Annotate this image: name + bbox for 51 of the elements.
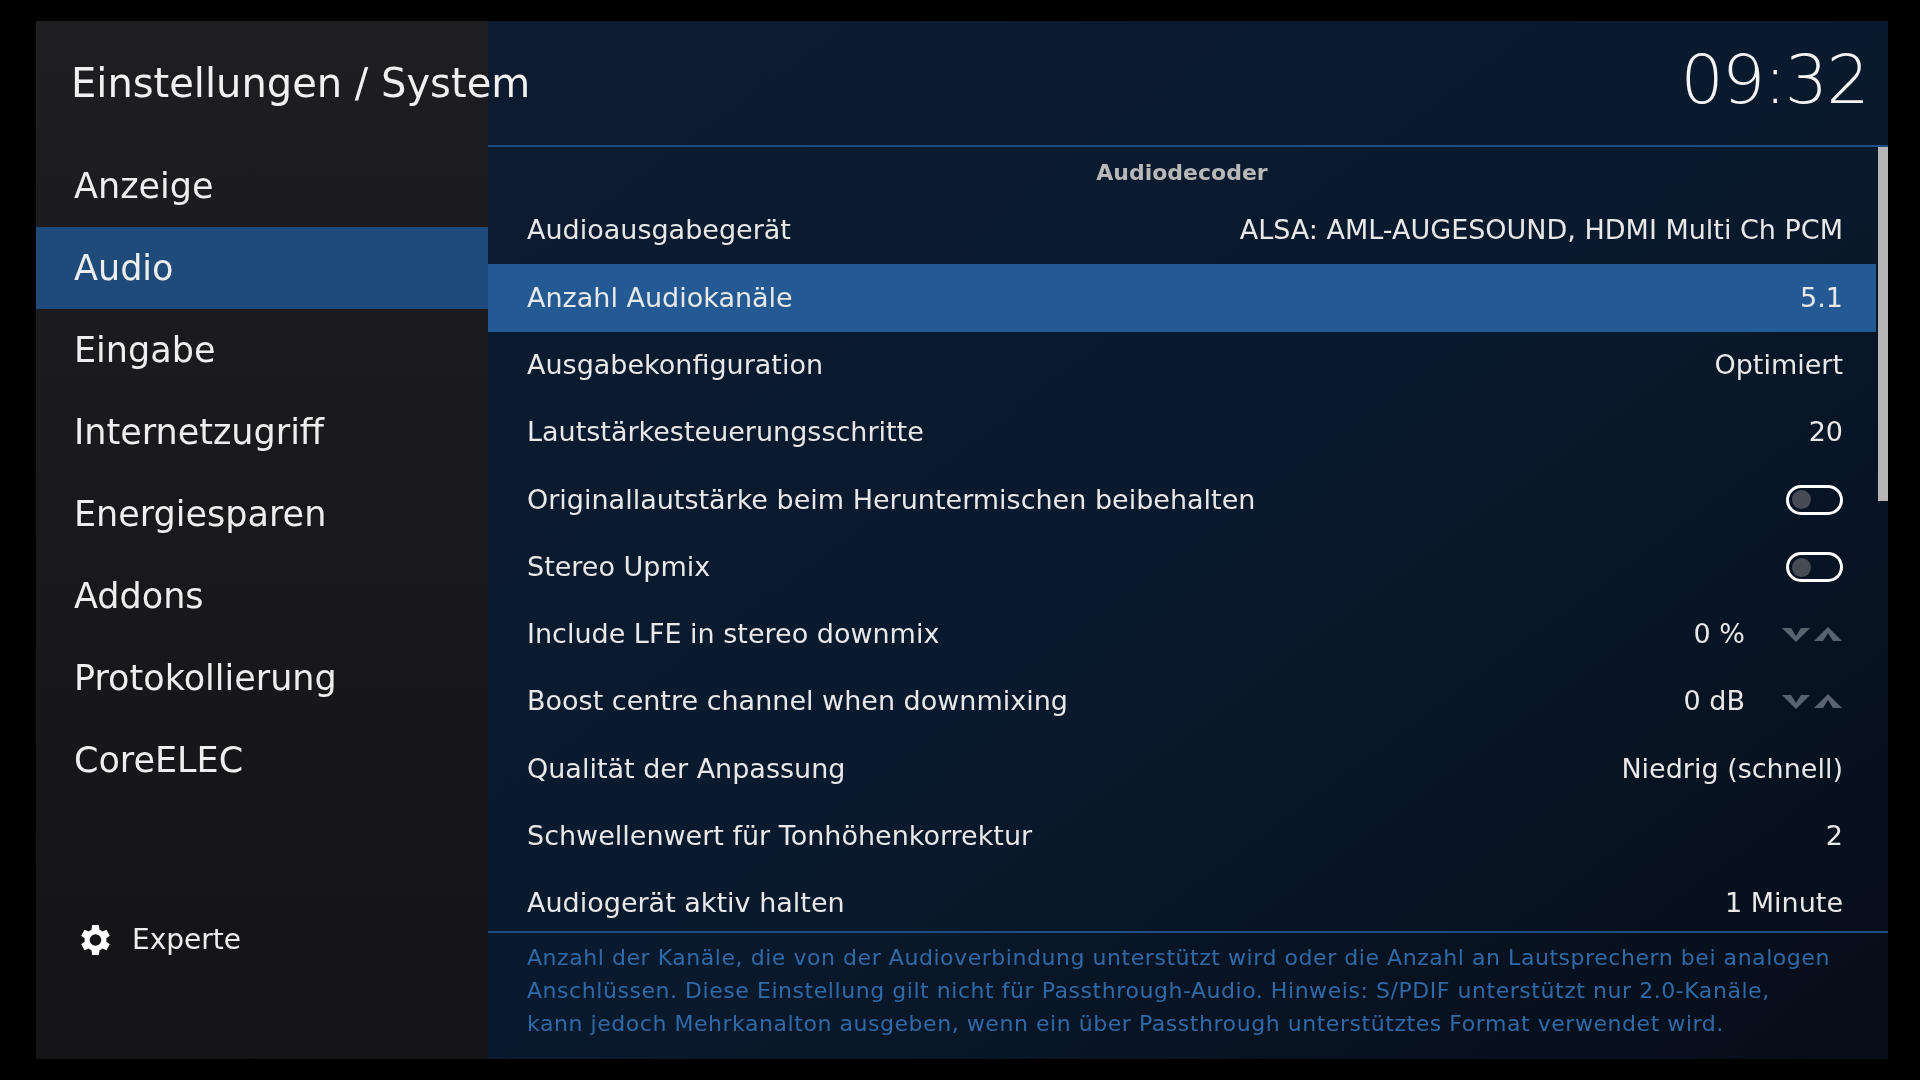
sidebar-item[interactable]: Addons bbox=[36, 555, 488, 637]
up-arrow-icon[interactable] bbox=[1813, 693, 1843, 711]
down-arrow-icon[interactable] bbox=[1781, 693, 1811, 711]
setting-label: Audioausgabegerät bbox=[527, 213, 791, 248]
sidebar-item[interactable]: Anzeige bbox=[36, 145, 488, 227]
setting-row[interactable]: Audiogerät aktiv halten 1 Minute bbox=[488, 869, 1876, 931]
sidebar-item[interactable]: Protokollierung bbox=[36, 637, 488, 719]
setting-label: Lautstärkesteuerungsschritte bbox=[527, 415, 924, 450]
setting-row[interactable]: Schwellenwert für Tonhöhenkorrektur 2 bbox=[488, 802, 1876, 870]
sidebar-item[interactable]: Internetzugriff bbox=[36, 391, 488, 473]
setting-label: Originallautstärke beim Heruntermischen beibehalten bbox=[527, 482, 1256, 517]
setting-label: Include LFE in stereo downmix bbox=[527, 617, 940, 652]
setting-row[interactable]: Stereo Upmix bbox=[488, 533, 1876, 601]
setting-row[interactable]: Ausgabekonfiguration Optimiert bbox=[488, 331, 1876, 399]
setting-label: Ausgabekonfiguration bbox=[527, 348, 823, 382]
setting-label: Audiogerät aktiv halten bbox=[527, 886, 845, 921]
page-title: Einstellungen / System bbox=[71, 59, 531, 108]
setting-row[interactable]: Audioausgabegerät ALSA: AML-AUGESOUND, HDMI Multi Ch PCM bbox=[488, 197, 1876, 265]
setting-row[interactable]: Include LFE in stereo downmix 0 % bbox=[488, 600, 1876, 669]
toggle-switch[interactable] bbox=[1786, 484, 1843, 515]
setting-value: 5.1 bbox=[1800, 280, 1843, 315]
setting-label: Qualität der Anpassung bbox=[527, 751, 846, 786]
sidebar-item[interactable]: Energiesparen bbox=[36, 473, 488, 555]
up-arrow-icon[interactable] bbox=[1813, 625, 1843, 643]
scrollbar-thumb[interactable] bbox=[1878, 147, 1888, 501]
setting-label: Anzahl Audiokanäle bbox=[527, 280, 793, 315]
setting-value: 2 bbox=[1825, 819, 1843, 854]
setting-label: Schwellenwert für Tonhöhenkorrektur bbox=[527, 819, 1033, 854]
setting-description: Anzahl der Kanäle, die von der Audioverbindung unterstützt wird oder die Anzahl an Lautsprechern bei analogen Anschlüssen. Diese Einstellung gilt nicht für Passthrough-Audio. Hinweis: S/PDIF unterstützt nur 2.0-Kanäle, kann jedoch Mehrkanalton ausgeben, wenn ein über Passthrough unterstütztes Format verwendet wird. bbox=[527, 944, 1831, 1038]
setting-label: Boost centre channel when downmixing bbox=[527, 684, 1068, 719]
setting-value: Optimiert bbox=[1714, 348, 1843, 382]
sidebar-item[interactable]: Eingabe bbox=[36, 309, 488, 391]
setting-row[interactable]: Qualität der Anpassung Niedrig (schnell) bbox=[488, 735, 1876, 803]
setting-row[interactable]: Anzahl Audiokanäle 5.1 bbox=[488, 264, 1876, 332]
settings-level-button[interactable]: Experte bbox=[74, 919, 241, 961]
setting-value: 1 Minute bbox=[1725, 886, 1843, 921]
clock: 09:32 bbox=[1680, 39, 1868, 121]
setting-row[interactable]: Originallautstärke beim Heruntermischen beibehalten bbox=[488, 466, 1876, 534]
setting-row[interactable]: Boost centre channel when downmixing 0 dB bbox=[488, 668, 1876, 736]
setting-row[interactable]: Lautstärkesteuerungsschritte 20 bbox=[488, 398, 1876, 467]
setting-value: 0 dB bbox=[1683, 684, 1745, 719]
section-header: Audiodecoder bbox=[1096, 158, 1268, 187]
setting-value: Niedrig (schnell) bbox=[1621, 751, 1843, 786]
setting-value: 20 bbox=[1808, 415, 1843, 450]
sidebar-item[interactable]: CoreELEC bbox=[36, 719, 488, 801]
setting-value: 0 % bbox=[1693, 617, 1745, 652]
setting-label: Stereo Upmix bbox=[527, 549, 711, 584]
setting-value: ALSA: AML-AUGESOUND, HDMI Multi Ch PCM bbox=[1239, 213, 1843, 248]
toggle-switch[interactable] bbox=[1786, 552, 1843, 583]
down-arrow-icon[interactable] bbox=[1781, 625, 1811, 643]
sidebar-item[interactable]: Audio bbox=[36, 227, 488, 309]
